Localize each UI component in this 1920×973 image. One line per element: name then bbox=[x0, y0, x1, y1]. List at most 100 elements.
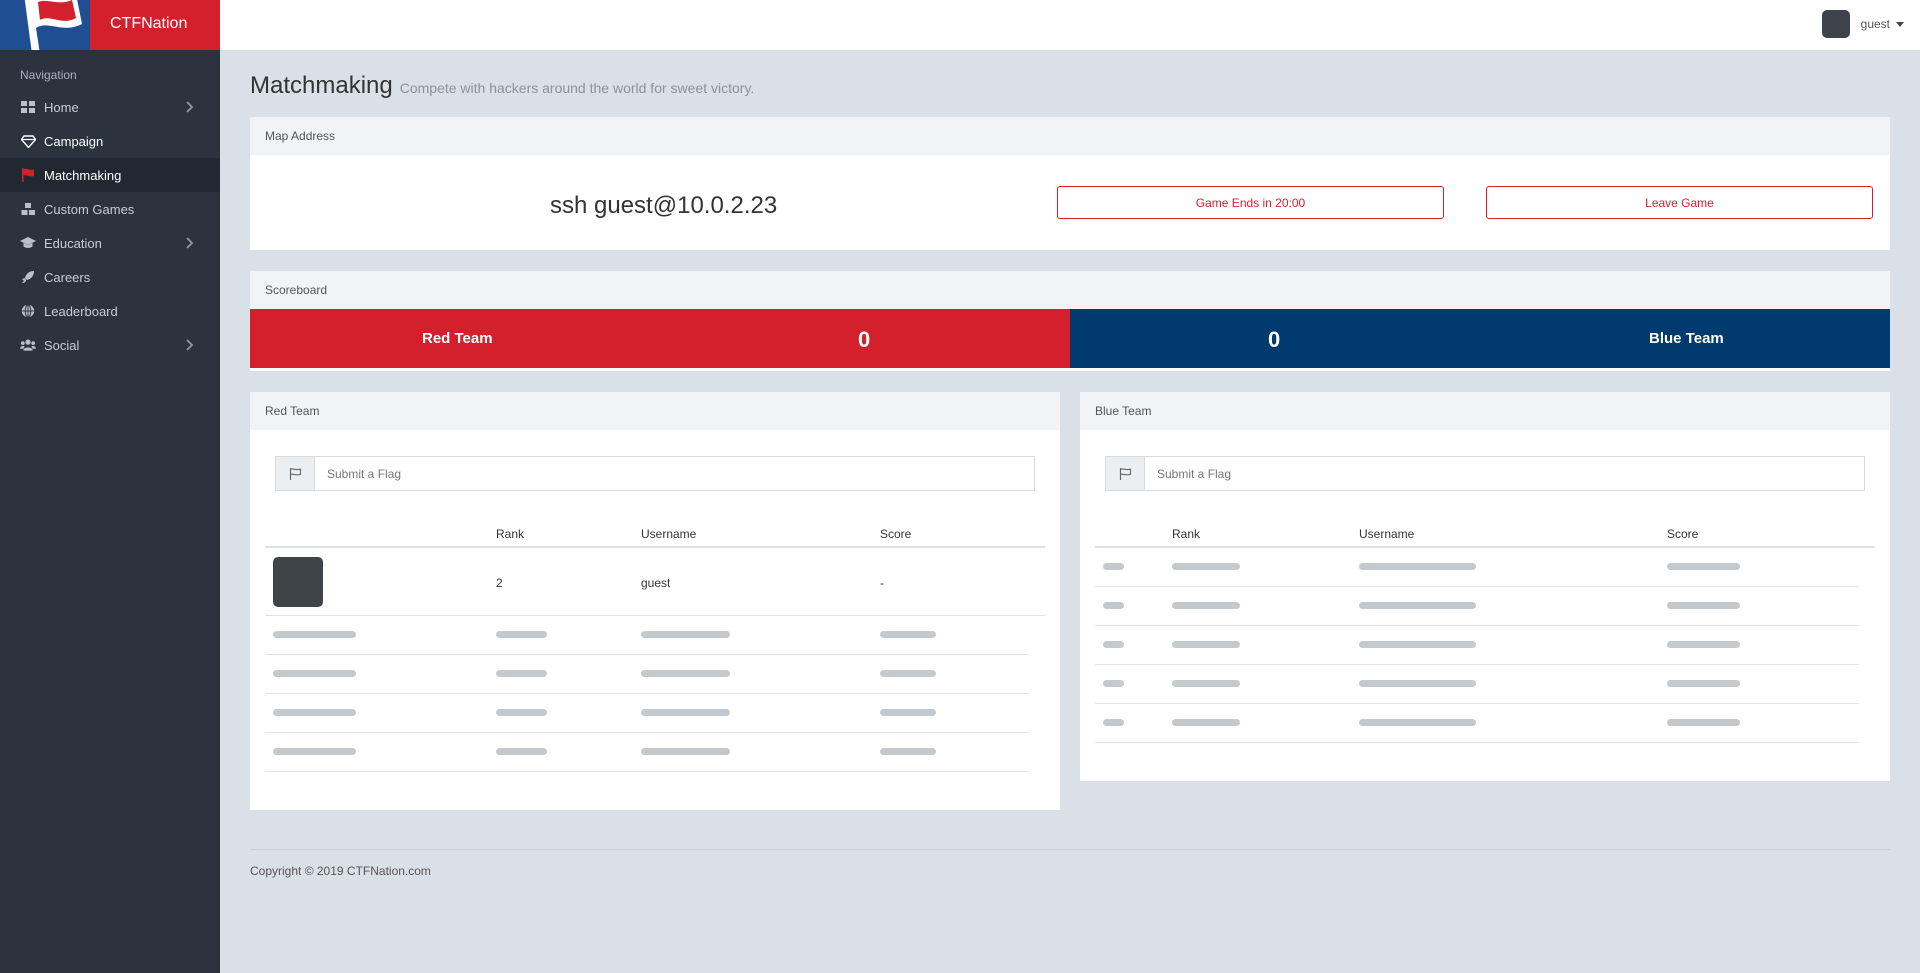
loading-placeholder-bar bbox=[1103, 602, 1124, 609]
brand-bar[interactable]: CTFNation bbox=[0, 0, 220, 50]
leave-game-button[interactable]: Leave Game bbox=[1486, 186, 1873, 219]
score-row: Red Team 0 0 Blue Team bbox=[250, 309, 1890, 368]
page-header: Matchmaking Compete with hackers around … bbox=[250, 72, 1890, 108]
loading-placeholder-bar bbox=[641, 670, 730, 677]
skeleton-rows bbox=[1095, 548, 1875, 743]
ssh-address: ssh guest@10.0.2.23 bbox=[550, 192, 778, 219]
column-header-username[interactable]: Username bbox=[641, 527, 696, 541]
table-header: Rank Username Score bbox=[265, 522, 1045, 548]
loading-placeholder-bar bbox=[1103, 563, 1124, 570]
flag-submit-input[interactable] bbox=[315, 457, 1034, 490]
sidebar-item-matchmaking[interactable]: Matchmaking bbox=[0, 158, 220, 192]
loading-placeholder-bar bbox=[1359, 602, 1476, 609]
avatar bbox=[273, 557, 323, 607]
loading-placeholder-bar bbox=[496, 670, 547, 677]
loading-placeholder-bar bbox=[1172, 602, 1240, 609]
map-address-panel: Map Address ssh guest@10.0.2.23 Game End… bbox=[250, 117, 1890, 250]
diamond-icon bbox=[20, 133, 36, 149]
placeholder-row bbox=[1095, 626, 1859, 665]
red-team-label: Red Team bbox=[422, 330, 493, 347]
chevron-right-icon bbox=[186, 237, 194, 249]
chevron-right-icon bbox=[186, 101, 194, 113]
sidebar-item-home[interactable]: Home bbox=[0, 90, 220, 124]
loading-placeholder-bar bbox=[1667, 719, 1740, 726]
flag-icon bbox=[276, 457, 315, 490]
placeholder-row bbox=[1095, 704, 1859, 743]
sidebar-item-education[interactable]: Education bbox=[0, 226, 220, 260]
brand-name: CTFNation bbox=[110, 15, 188, 32]
sidebar-item-label: Home bbox=[44, 99, 79, 115]
blue-team-panel: Blue Team Rank Username Score bbox=[1080, 392, 1890, 781]
sidebar-item-label: Matchmaking bbox=[44, 167, 122, 183]
loading-placeholder-bar bbox=[1667, 602, 1740, 609]
placeholder-row bbox=[265, 733, 1029, 772]
page-subtitle: Compete with hackers around the world fo… bbox=[399, 80, 755, 96]
loading-placeholder-bar bbox=[496, 709, 547, 716]
blue-team-score-bar: 0 Blue Team bbox=[1070, 309, 1890, 368]
placeholder-row bbox=[1095, 665, 1859, 704]
red-team-table: Rank Username Score 2 guest - bbox=[265, 522, 1045, 772]
loading-placeholder-bar bbox=[880, 709, 936, 716]
loading-placeholder-bar bbox=[1172, 719, 1240, 726]
footer: Copyright © 2019 CTFNation.com bbox=[250, 849, 1890, 878]
column-header-score[interactable]: Score bbox=[1667, 527, 1698, 541]
placeholder-row bbox=[1095, 587, 1859, 626]
globe-icon bbox=[20, 303, 36, 319]
sidebar: CTFNation Navigation Home Campaign Match… bbox=[0, 0, 220, 973]
loading-placeholder-bar bbox=[496, 631, 547, 638]
placeholder-row bbox=[265, 616, 1029, 655]
sidebar-item-custom-games[interactable]: Custom Games bbox=[0, 192, 220, 226]
username-label[interactable]: guest bbox=[1861, 17, 1890, 31]
rocket-icon bbox=[20, 269, 36, 285]
loading-placeholder-bar bbox=[273, 670, 356, 677]
flag-input-group bbox=[1105, 456, 1865, 491]
column-header-score[interactable]: Score bbox=[880, 527, 911, 541]
copyright-text: Copyright © 2019 CTFNation.com bbox=[250, 864, 431, 878]
sidebar-item-careers[interactable]: Careers bbox=[0, 260, 220, 294]
table-header: Rank Username Score bbox=[1095, 522, 1875, 548]
column-header-rank[interactable]: Rank bbox=[496, 527, 524, 541]
flag-submit-input[interactable] bbox=[1145, 457, 1864, 490]
loading-placeholder-bar bbox=[1667, 641, 1740, 648]
scoreboard-panel: Scoreboard Red Team 0 0 Blue Team bbox=[250, 271, 1890, 371]
column-header-username[interactable]: Username bbox=[1359, 527, 1414, 541]
flag-icon bbox=[20, 167, 36, 183]
sidebar-item-label: Leaderboard bbox=[44, 303, 118, 319]
sidebar-item-label: Careers bbox=[44, 269, 91, 285]
sidebar-item-label: Custom Games bbox=[44, 201, 135, 217]
loading-placeholder-bar bbox=[880, 748, 936, 755]
loading-placeholder-bar bbox=[273, 748, 356, 755]
table-row[interactable]: 2 guest - bbox=[265, 548, 1045, 616]
sidebar-item-label: Campaign bbox=[44, 133, 104, 149]
blue-team-table: Rank Username Score bbox=[1095, 522, 1875, 743]
nav-heading: Navigation bbox=[20, 68, 77, 82]
blue-team-label: Blue Team bbox=[1649, 330, 1724, 347]
skeleton-rows bbox=[265, 616, 1045, 772]
loading-placeholder-bar bbox=[1667, 563, 1740, 570]
loading-placeholder-bar bbox=[1172, 641, 1240, 648]
game-timer-button[interactable]: Game Ends in 20:00 bbox=[1057, 186, 1444, 219]
score-cell: - bbox=[880, 576, 884, 590]
sidebar-item-label: Education bbox=[44, 235, 102, 251]
sidebar-item-leaderboard[interactable]: Leaderboard bbox=[0, 294, 220, 328]
sidebar-item-campaign[interactable]: Campaign bbox=[0, 124, 220, 158]
caret-down-icon[interactable] bbox=[1896, 21, 1904, 27]
loading-placeholder-bar bbox=[273, 631, 356, 638]
user-menu[interactable]: guest bbox=[1821, 10, 1904, 38]
loading-placeholder-bar bbox=[1359, 719, 1476, 726]
column-header-rank[interactable]: Rank bbox=[1172, 527, 1200, 541]
loading-placeholder-bar bbox=[1359, 680, 1476, 687]
cubes-icon bbox=[20, 201, 36, 217]
graduation-cap-icon bbox=[20, 235, 36, 251]
panel-heading: Map Address bbox=[250, 117, 1890, 155]
chevron-right-icon bbox=[186, 339, 194, 351]
loading-placeholder-bar bbox=[1359, 563, 1476, 570]
loading-placeholder-bar bbox=[273, 709, 356, 716]
rank-cell: 2 bbox=[496, 576, 503, 590]
loading-placeholder-bar bbox=[641, 631, 730, 638]
flag-icon bbox=[1106, 457, 1145, 490]
avatar[interactable] bbox=[1821, 10, 1850, 38]
sidebar-item-social[interactable]: Social bbox=[0, 328, 220, 362]
placeholder-row bbox=[1095, 548, 1859, 587]
loading-placeholder-bar bbox=[641, 709, 730, 716]
